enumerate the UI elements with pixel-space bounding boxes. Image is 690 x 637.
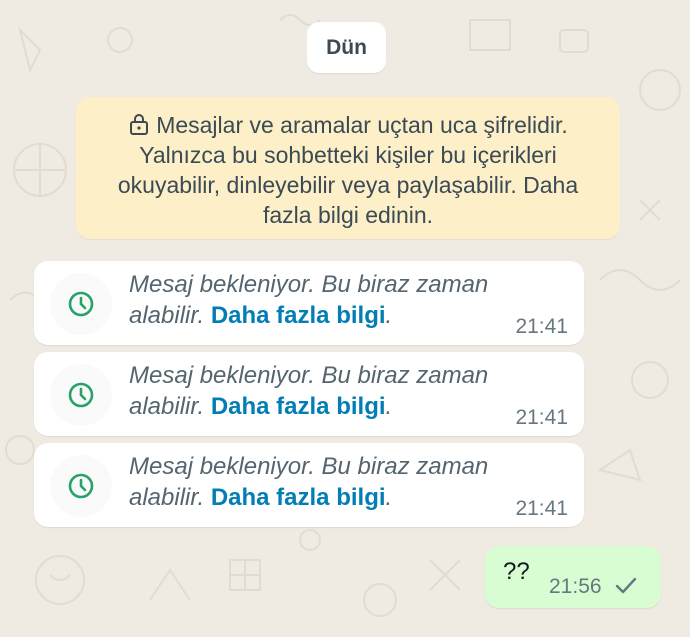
message-timestamp: 21:56 xyxy=(549,575,602,598)
message-timestamp: 21:41 xyxy=(515,497,568,520)
encryption-notice-text: Mesajlar ve aramalar uçtan uca şifrelidi… xyxy=(117,112,579,228)
message-timestamp: 21:41 xyxy=(515,315,568,338)
waiting-message-bubble[interactable]: Mesaj bekleniyor. Bu biraz zaman alabili… xyxy=(34,261,584,345)
waiting-message-suffix: . xyxy=(385,484,393,511)
encryption-notice[interactable]: Mesajlar ve aramalar uçtan uca şifrelidi… xyxy=(76,97,620,239)
clock-icon-badge xyxy=(50,273,112,335)
waiting-message-suffix: . xyxy=(385,302,393,329)
learn-more-link[interactable]: Daha fazla bilgi xyxy=(211,393,386,420)
waiting-message-bubble[interactable]: Mesaj bekleniyor. Bu biraz zaman alabili… xyxy=(34,352,584,436)
waiting-message-text: Mesaj bekleniyor. Bu biraz zaman alabili… xyxy=(129,360,549,422)
waiting-message-bubble[interactable]: Mesaj bekleniyor. Bu biraz zaman alabili… xyxy=(34,443,584,527)
chat-area[interactable]: Dün Mesajlar ve aramalar uçtan uca şifre… xyxy=(0,0,690,637)
learn-more-link[interactable]: Daha fazla bilgi xyxy=(211,302,386,329)
clock-icon-badge xyxy=(50,455,112,517)
clock-icon xyxy=(68,291,94,317)
waiting-message-text: Mesaj bekleniyor. Bu biraz zaman alabili… xyxy=(129,451,549,513)
date-separator-chip: Dün xyxy=(307,22,386,73)
outgoing-message-bubble[interactable]: ?? 21:56 xyxy=(485,546,661,608)
outgoing-message-text: ?? xyxy=(503,558,530,585)
clock-icon xyxy=(68,473,94,499)
message-timestamp: 21:41 xyxy=(515,406,568,429)
date-label: Dün xyxy=(326,35,367,59)
waiting-message-suffix: . xyxy=(385,393,393,420)
single-check-icon xyxy=(615,577,637,594)
lock-icon xyxy=(130,114,149,135)
learn-more-link[interactable]: Daha fazla bilgi xyxy=(211,484,386,511)
clock-icon xyxy=(68,382,94,408)
clock-icon-badge xyxy=(50,364,112,426)
waiting-message-text: Mesaj bekleniyor. Bu biraz zaman alabili… xyxy=(129,269,549,331)
